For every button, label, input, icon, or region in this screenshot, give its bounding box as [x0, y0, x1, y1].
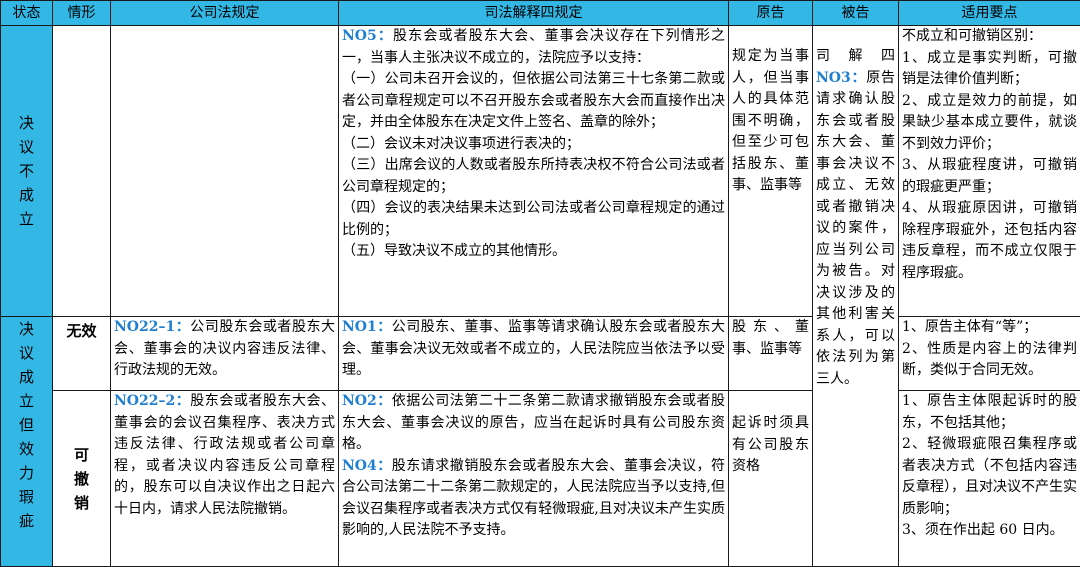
header-status: 状态	[0, 0, 53, 26]
law-clause: （二）会议未对决议事项进行表决的；	[342, 135, 580, 152]
table-row-revocable: 可撤销 NO22–2：股东会或者股东大会、董事会的会议召集程序、表决方式违反法律…	[1, 390, 1080, 567]
header-plaintiff: 原告	[728, 0, 813, 26]
law-text: 公司股东、董事、监事等请求确认股东会或者股东大会、董事会决议无效或者不成立的，人…	[342, 319, 726, 378]
plaintiff-cell-not-established: 规定为当事人，但当事人的具体范围不明确，但至少可包括股东、董事、监事等	[728, 25, 813, 317]
company-law-cell-empty	[110, 25, 339, 317]
points-cell-not-established: 不成立和可撤销区别： 1、成立是事实判断，可撤销是法律价值判断； 2、成立是效力…	[898, 25, 1080, 317]
law-number: NO1：	[342, 319, 392, 335]
plaintiff-cell-invalid: 股东、董事、监事等	[728, 316, 813, 391]
law-number: NO4：	[342, 457, 392, 474]
status-cell-not-established: 决议不成立	[0, 25, 53, 317]
defendant-prefix: 司解四	[816, 48, 895, 64]
plaintiff-cell-revocable: 起诉时须具有公司股东资格	[728, 390, 813, 567]
header-defendant: 被告	[812, 0, 899, 26]
situation-invalid: 无效	[52, 316, 111, 391]
law-number: NO3：	[816, 69, 867, 86]
law-text: 股东会或者股东大会、董事会决议存在下列情形之一，当事人主张决议不成立的，法院应予…	[342, 28, 726, 66]
defendant-text: 原告请求确认股东会或者股东大会、董事会决议不成立、无效或者撤销决议的案件，应当列…	[816, 69, 896, 387]
status-label: 决议不成立	[18, 114, 34, 228]
law-number: NO2：	[342, 393, 392, 409]
law-text: 股东会或者股东大会、董事会的会议召集程序、表决方式违反法律、行政法规或者公司章程…	[114, 393, 336, 517]
law-number: NO22–2：	[114, 393, 191, 409]
judicial-cell-invalid: NO1：公司股东、董事、监事等请求确认股东会或者股东大会、董事会决议无效或者不成…	[338, 316, 729, 391]
table-row-not-established: 决议不成立 NO5：股东会或者股东大会、董事会决议存在下列情形之一，当事人主张决…	[0, 25, 1080, 567]
law-clause: （一）公司未召开会议的，但依据公司法第三十七条第二款或者公司章程规定可以不召开股…	[342, 71, 725, 130]
law-clause: （四）会议的表决结果未达到公司法或者公司章程规定的通过比例的；	[342, 200, 725, 238]
law-text: 股东请求撤销股东会或者股东大会、董事会决议，符合公司法第二十二条第二款规定的，人…	[342, 457, 726, 539]
company-law-cell-revocable: NO22–2：股东会或者股东大会、董事会的会议召集程序、表决方式违反法律、行政法…	[110, 390, 339, 567]
situation-revocable: 可撤销	[52, 390, 111, 567]
header-key-points: 适用要点	[898, 0, 1080, 26]
company-law-cell-invalid: NO22–1：公司股东会或者股东大会、董事会的决议内容违反法律、行政法规的无效。	[110, 316, 339, 391]
points-cell-revocable: 1、原告主体限起诉时的股东，不包括其他； 2、轻微瑕疵限召集程序或者表决方式（不…	[898, 390, 1080, 567]
law-text: 依据公司法第二十二条第二款请求撤销股东会或者股东大会、董事会决议的原告，应当在起…	[342, 393, 726, 452]
law-clause: （五）导致决议不成立的其他情形。	[342, 243, 566, 259]
law-number: NO22–1：	[114, 319, 191, 335]
situation-label: 可撤销	[73, 445, 89, 512]
company-resolution-table: 状态 情形 公司法规定 司法解释四规定 原告 被告 适用要点 决议不成立 NO5…	[0, 0, 1080, 567]
header-row: 状态 情形 公司法规定 司法解释四规定 原告 被告 适用要点	[0, 0, 1080, 26]
table-row-invalid: 决议成立但效力瑕疵 无效 NO22–1：公司股东会或者股东大会、董事会的决议内容…	[0, 316, 1080, 567]
header-company-law: 公司法规定	[110, 0, 339, 26]
law-clause: （三）出席会议的人数或者股东所持表决权不符合公司法或者公司章程规定的；	[342, 157, 725, 195]
header-situation: 情形	[52, 0, 111, 26]
law-number: NO5：	[342, 28, 394, 44]
situation-cell-empty	[52, 25, 111, 317]
judicial-cell-revocable: NO2：依据公司法第二十二条第二款请求撤销股东会或者股东大会、董事会决议的原告，…	[338, 390, 729, 567]
points-cell-invalid: 1、原告主体有“等”； 2、性质是内容上的法律判断，类似于合同无效。	[898, 316, 1080, 391]
header-judicial-interpretation: 司法解释四规定	[338, 0, 729, 26]
status-label: 决议成立但效力瑕疵	[18, 320, 34, 530]
judicial-cell-no5: NO5：股东会或者股东大会、董事会决议存在下列情形之一，当事人主张决议不成立的，…	[338, 25, 729, 317]
status-cell-defect: 决议成立但效力瑕疵	[0, 316, 53, 567]
defendant-cell: 司解四 NO3：原告请求确认股东会或者股东大会、董事会决议不成立、无效或者撤销决议…	[812, 25, 899, 567]
